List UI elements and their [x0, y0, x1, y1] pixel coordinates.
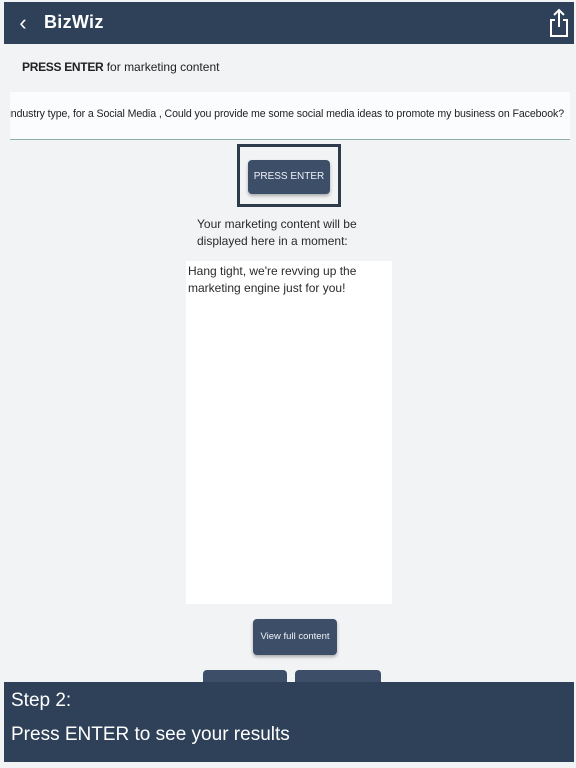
prompt-label: PRESS ENTER for marketing content [22, 60, 219, 74]
prompt-label-rest: for marketing content [103, 60, 220, 74]
back-chevron-icon[interactable]: ‹ [14, 11, 32, 35]
app-title: BizWiz [44, 12, 104, 32]
press-enter-button[interactable]: PRESS ENTER [248, 160, 330, 194]
tutorial-banner: Step 2: Press ENTER to see your results [4, 682, 574, 762]
tutorial-step-title: Step 2: [11, 690, 72, 711]
share-icon[interactable] [548, 7, 570, 39]
press-enter-highlight: PRESS ENTER [237, 144, 341, 207]
output-text: Hang tight, we're revving up the marketi… [188, 264, 357, 295]
view-full-content-button[interactable]: View full content [253, 619, 337, 655]
query-input[interactable]: ng/Advertising/Sales industry type, for … [10, 92, 570, 140]
query-input-value: ng/Advertising/Sales industry type, for … [10, 108, 564, 120]
output-area: Hang tight, we're revving up the marketi… [186, 261, 392, 604]
nav-bar: ‹ BizWiz [4, 2, 574, 44]
prompt-label-bold: PRESS ENTER [22, 60, 104, 74]
waiting-message: Your marketing content will be displayed… [197, 217, 357, 248]
tutorial-step-instruction: Press ENTER to see your results [11, 724, 290, 745]
